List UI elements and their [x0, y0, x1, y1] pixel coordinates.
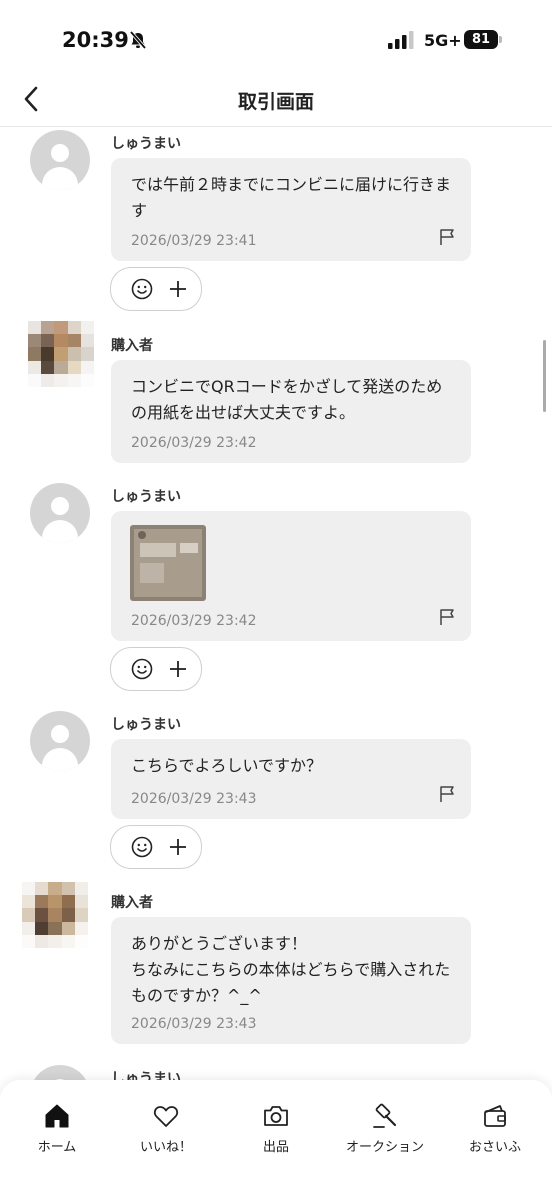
avatar[interactable]: [30, 711, 90, 771]
battery-level: 81: [464, 30, 498, 49]
signal-icon: [388, 31, 414, 49]
status-time: 20:39: [62, 28, 129, 52]
heart-icon: [153, 1106, 179, 1127]
sender-name: しゅうまい: [111, 489, 181, 505]
tab-label: 出品: [262, 1140, 289, 1155]
reaction-bar: [110, 647, 202, 691]
sender-name: しゅうまい: [111, 136, 181, 152]
sender-name: しゅうまい: [111, 717, 181, 733]
scrollbar[interactable]: [543, 340, 546, 412]
flag-icon[interactable]: [439, 608, 455, 626]
avatar[interactable]: [28, 321, 94, 387]
page-title: 取引画面: [237, 91, 314, 113]
nav-header: 取引画面: [0, 80, 552, 127]
emoji-icon[interactable]: [131, 278, 153, 300]
bell-slash-icon: [129, 30, 147, 50]
avatar[interactable]: [30, 483, 90, 543]
avatar[interactable]: [30, 130, 90, 190]
message-time: 2026/03/29 23:43: [131, 791, 257, 807]
tab-auction[interactable]: オークション: [330, 1102, 440, 1155]
chat-thread[interactable]: しゅうまい では午前２時までにコンビニに届けに行きます 2026/03/29 2…: [0, 127, 552, 1080]
message-text: ありがとうございます！ ちなみにこちらの本体はどちらで購入されたものですか？^_…: [131, 934, 451, 1005]
tab-wallet[interactable]: おさいふ: [440, 1102, 550, 1155]
gavel-icon: [373, 1103, 397, 1128]
tab-likes[interactable]: いいね！: [111, 1102, 221, 1155]
message-bubble: コンビニでQRコードをかざして発送のための用紙を出せば大丈夫ですよ。 2026/…: [111, 360, 471, 463]
message-bubble: ありがとうございます！ ちなみにこちらの本体はどちらで購入されたものですか？^_…: [111, 917, 471, 1044]
message-text: コンビニでQRコードをかざして発送のための用紙を出せば大丈夫ですよ。: [131, 377, 443, 422]
message-bubble: では午前２時までにコンビニに届けに行きます 2026/03/29 23:41: [111, 158, 471, 261]
tab-sell[interactable]: 出品: [221, 1102, 331, 1155]
tab-label: いいね！: [139, 1140, 192, 1155]
sender-name: 購入者: [111, 895, 153, 911]
message-time: 2026/03/29 23:42: [131, 613, 257, 629]
message-text: こちらでよろしいですか？: [131, 756, 323, 775]
battery-icon: [499, 36, 502, 43]
tab-home[interactable]: ホーム: [2, 1102, 112, 1155]
home-icon: [45, 1104, 69, 1128]
tab-label: ホーム: [37, 1140, 77, 1155]
plus-icon[interactable]: [167, 836, 189, 858]
status-bar: 20:39 5G+ 81: [0, 0, 552, 80]
photo-attachment[interactable]: [130, 525, 206, 601]
plus-icon[interactable]: [167, 658, 189, 680]
camera-icon: [264, 1106, 288, 1126]
network-type: 5G+: [424, 31, 462, 50]
sender-name: 購入者: [111, 338, 153, 354]
sender-name: しゅうまい: [111, 1071, 181, 1080]
wallet-icon: [484, 1105, 506, 1127]
tab-label: オークション: [345, 1140, 424, 1155]
tab-label: おさいふ: [468, 1140, 521, 1155]
message-time: 2026/03/29 23:41: [131, 233, 257, 249]
message-text: では午前２時までにコンビニに届けに行きます: [131, 175, 452, 220]
plus-icon[interactable]: [167, 278, 189, 300]
reaction-bar: [110, 267, 202, 311]
flag-icon[interactable]: [439, 785, 455, 803]
avatar[interactable]: [30, 1065, 90, 1080]
emoji-icon[interactable]: [131, 836, 153, 858]
message-bubble: こちらでよろしいですか？ 2026/03/29 23:43: [111, 739, 471, 819]
emoji-icon[interactable]: [131, 658, 153, 680]
reaction-bar: [110, 825, 202, 869]
message-time: 2026/03/29 23:42: [131, 435, 257, 451]
avatar[interactable]: [22, 882, 88, 948]
flag-icon[interactable]: [439, 228, 455, 246]
tab-bar: ホーム いいね！ 出品 オークション おさいふ: [0, 1080, 552, 1199]
message-bubble: 2026/03/29 23:42: [111, 511, 471, 641]
message-time: 2026/03/29 23:43: [131, 1016, 257, 1032]
